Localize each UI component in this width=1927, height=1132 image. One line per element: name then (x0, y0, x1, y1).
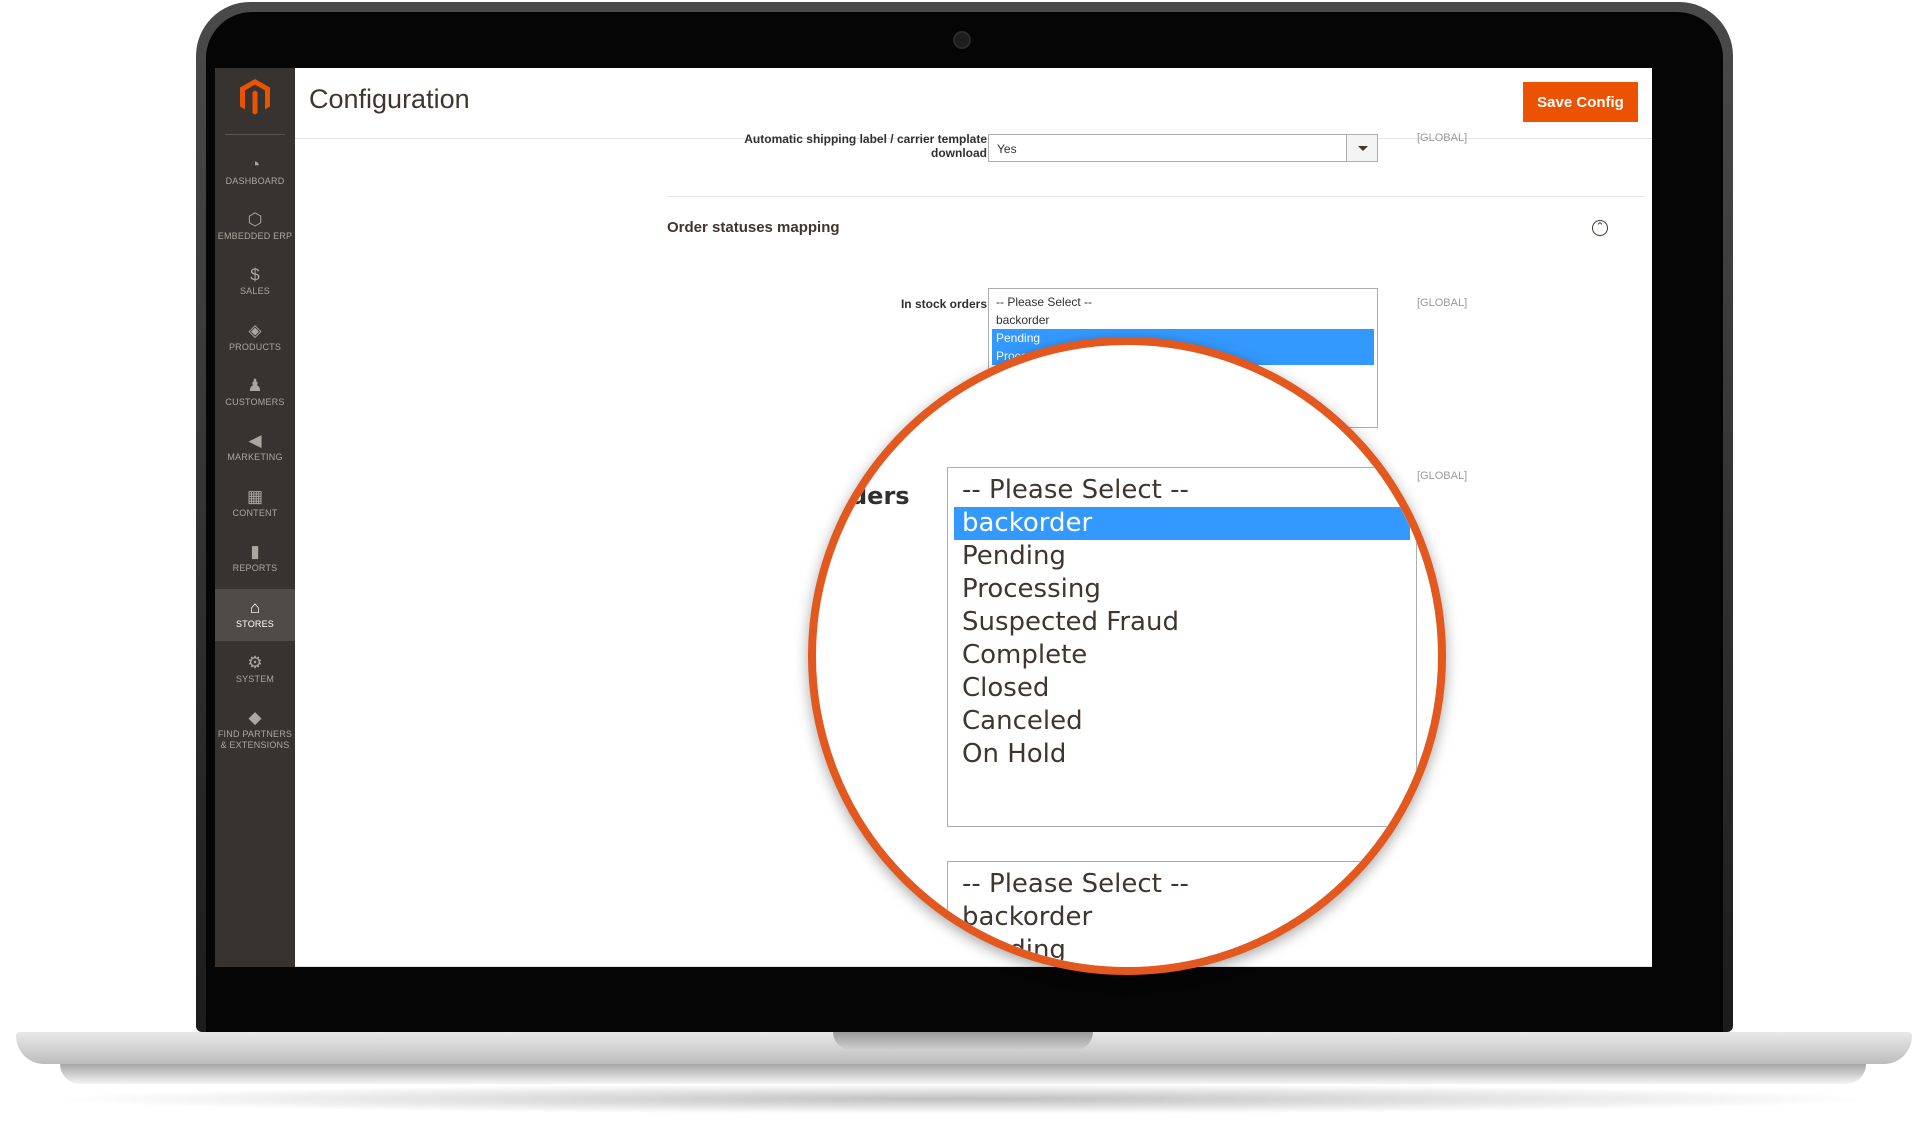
select-option[interactable]: Closed (954, 672, 1410, 705)
sidebar-item-label: STORES (235, 619, 275, 629)
partners-box-icon: ◆ (248, 708, 262, 727)
section-title-order-statuses[interactable]: Order statuses mapping (667, 219, 840, 236)
zoomed-view: ders -- Please Select -- backorder Pending… (816, 345, 1438, 967)
store-icon: ⌂ (249, 598, 261, 617)
page-header: Configuration Save Config (295, 68, 1652, 139)
sidebar-item-dashboard[interactable]: ◔ DASHBOARD (215, 146, 295, 198)
select-option[interactable]: -- Please Select -- (992, 293, 1374, 311)
sidebar-item-system[interactable]: ⚙ SYSTEM (215, 644, 295, 696)
collapse-icon[interactable]: ⌃ (1592, 220, 1608, 236)
laptop-shadow (40, 1084, 1886, 1114)
select-option[interactable]: backorder (954, 901, 1410, 934)
hexagon-icon: ⬡ (247, 210, 263, 229)
dollar-icon: $ (250, 265, 260, 284)
sidebar-item-products[interactable]: ◈ PRODUCTS (215, 312, 295, 364)
sidebar-item-stores[interactable]: ⌂ STORES (215, 589, 295, 641)
save-config-button[interactable]: Save Config (1523, 82, 1638, 122)
select-option[interactable]: Pending (954, 934, 1410, 967)
shipping-label-line2: download (931, 146, 987, 160)
select-option[interactable]: Canceled (954, 705, 1410, 738)
shipping-label-line1: Automatic shipping label / carrier templ… (744, 132, 987, 146)
zoomed-second-multiselect[interactable]: -- Please Select -- backorder Pending (947, 861, 1417, 967)
page-title: Configuration (309, 84, 470, 114)
select-option[interactable]: backorder (954, 507, 1410, 540)
magento-logo-icon[interactable] (237, 77, 273, 117)
select-option[interactable]: -- Please Select -- (954, 868, 1410, 901)
dashboard-icon: ◔ (249, 155, 261, 174)
bar-chart-icon: ▮ (250, 542, 260, 561)
in-stock-orders-label: In stock orders (900, 297, 987, 311)
sidebar-item-embedded-erp[interactable]: ⬡ EMBEDDED ERP (215, 201, 295, 253)
webcam-icon (953, 31, 971, 49)
select-option[interactable]: Suspected Fraud (954, 606, 1410, 639)
sidebar-item-label: CONTENT (232, 508, 278, 518)
gear-icon: ⚙ (247, 653, 263, 672)
sidebar-item-label: FIND PARTNERS (217, 729, 293, 739)
sidebar-item-label: & EXTENSIONS (220, 740, 290, 750)
sidebar-item-label: EMBEDDED ERP (217, 231, 293, 241)
sidebar-item-customers[interactable]: ♟ CUSTOMERS (215, 367, 295, 419)
sidebar-item-content[interactable]: ▦ CONTENT (215, 478, 295, 530)
select-option[interactable]: Pending (954, 540, 1410, 573)
box-icon: ◈ (248, 321, 262, 340)
select-option[interactable]: Complete (954, 639, 1410, 672)
zoom-magnifier: ders -- Please Select -- backorder Pending… (808, 337, 1446, 975)
sidebar-divider (225, 134, 285, 135)
admin-sidebar: ◔ DASHBOARD ⬡ EMBEDDED ERP $ SALES ◈ PRODUCTS ♟ C… (215, 68, 295, 967)
scope-label: [GLOBAL] (1417, 132, 1468, 144)
megaphone-icon: ◀ (248, 431, 262, 450)
sidebar-item-label: PRODUCTS (228, 342, 282, 352)
sidebar-item-label: DASHBOARD (225, 176, 285, 186)
sidebar-item-label: SYSTEM (235, 674, 275, 684)
scope-label: [GLOBAL] (1417, 297, 1468, 309)
sidebar-item-reports[interactable]: ▮ REPORTS (215, 533, 295, 585)
zoomed-orders-multiselect[interactable]: -- Please Select -- backorder Pending Proce… (947, 467, 1417, 827)
zoomed-field-label: ders (850, 482, 910, 510)
sidebar-item-label: REPORTS (232, 563, 278, 573)
shipping-label-value: Yes (997, 142, 1017, 156)
shipping-label-select[interactable]: Yes (988, 134, 1378, 162)
sidebar-item-find-partners[interactable]: ◆ FIND PARTNERS & EXTENSIONS (215, 699, 295, 759)
select-option[interactable]: -- Please Select -- (954, 474, 1410, 507)
sidebar-item-label: CUSTOMERS (225, 397, 285, 407)
person-icon: ♟ (247, 376, 263, 395)
shipping-label-field-label: Automatic shipping label / carrier templ… (625, 132, 987, 160)
chevron-down-icon[interactable] (1346, 135, 1377, 161)
laptop-foot (60, 1064, 1866, 1084)
section-divider (667, 196, 1645, 197)
laptop-notch (833, 1032, 1093, 1050)
sidebar-item-label: SALES (239, 286, 271, 296)
sidebar-item-label: MARKETING (227, 452, 283, 462)
select-option[interactable]: Processing (954, 573, 1410, 606)
sidebar-item-marketing[interactable]: ◀ MARKETING (215, 422, 295, 474)
select-option[interactable]: On Hold (954, 738, 1410, 771)
layout-icon: ▦ (246, 487, 264, 506)
sidebar-item-sales[interactable]: $ SALES (215, 256, 295, 308)
select-option[interactable]: backorder (992, 311, 1374, 329)
